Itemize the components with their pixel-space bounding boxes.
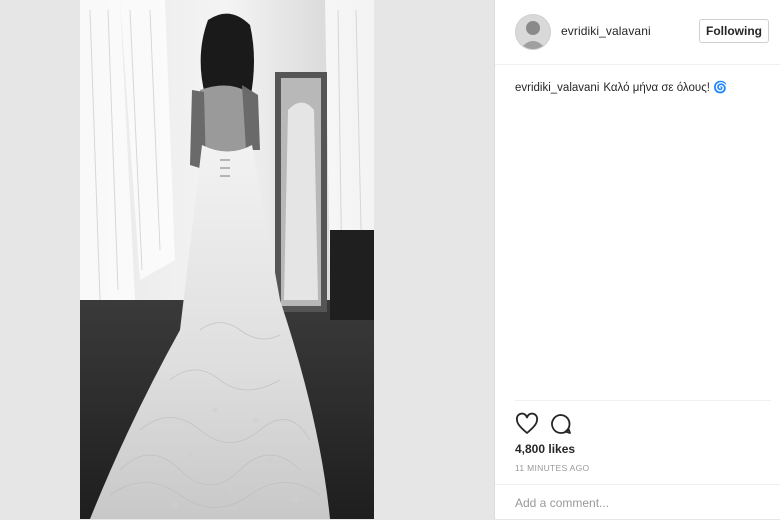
post-photo[interactable] xyxy=(80,0,374,519)
post-actions xyxy=(515,412,615,436)
caption-emoji: 🌀 xyxy=(713,82,728,94)
add-comment-section xyxy=(495,484,780,520)
heart-outline-icon[interactable] xyxy=(515,412,539,436)
caption-text: Καλό μήνα σε όλους! xyxy=(603,82,710,94)
avatar-image xyxy=(516,15,550,49)
post-header: evridiki_valavani Following xyxy=(495,0,780,65)
avatar[interactable] xyxy=(515,14,551,50)
bridal-dress-photo xyxy=(80,0,374,519)
comment-input[interactable] xyxy=(515,493,761,513)
likes-count[interactable]: 4,800 likes xyxy=(515,442,575,456)
comments-list xyxy=(515,110,771,401)
post-details-panel: evridiki_valavani Following evridiki_val… xyxy=(494,0,780,519)
following-button[interactable]: Following xyxy=(699,19,769,43)
caption-username[interactable]: evridiki_valavani xyxy=(515,82,599,94)
post-caption: evridiki_valavani Καλό μήνα σε όλους! 🌀 xyxy=(515,80,771,94)
speech-bubble-icon[interactable] xyxy=(549,412,573,436)
post-timestamp: 11 MINUTES AGO xyxy=(515,463,590,473)
post-username[interactable]: evridiki_valavani xyxy=(561,24,651,38)
